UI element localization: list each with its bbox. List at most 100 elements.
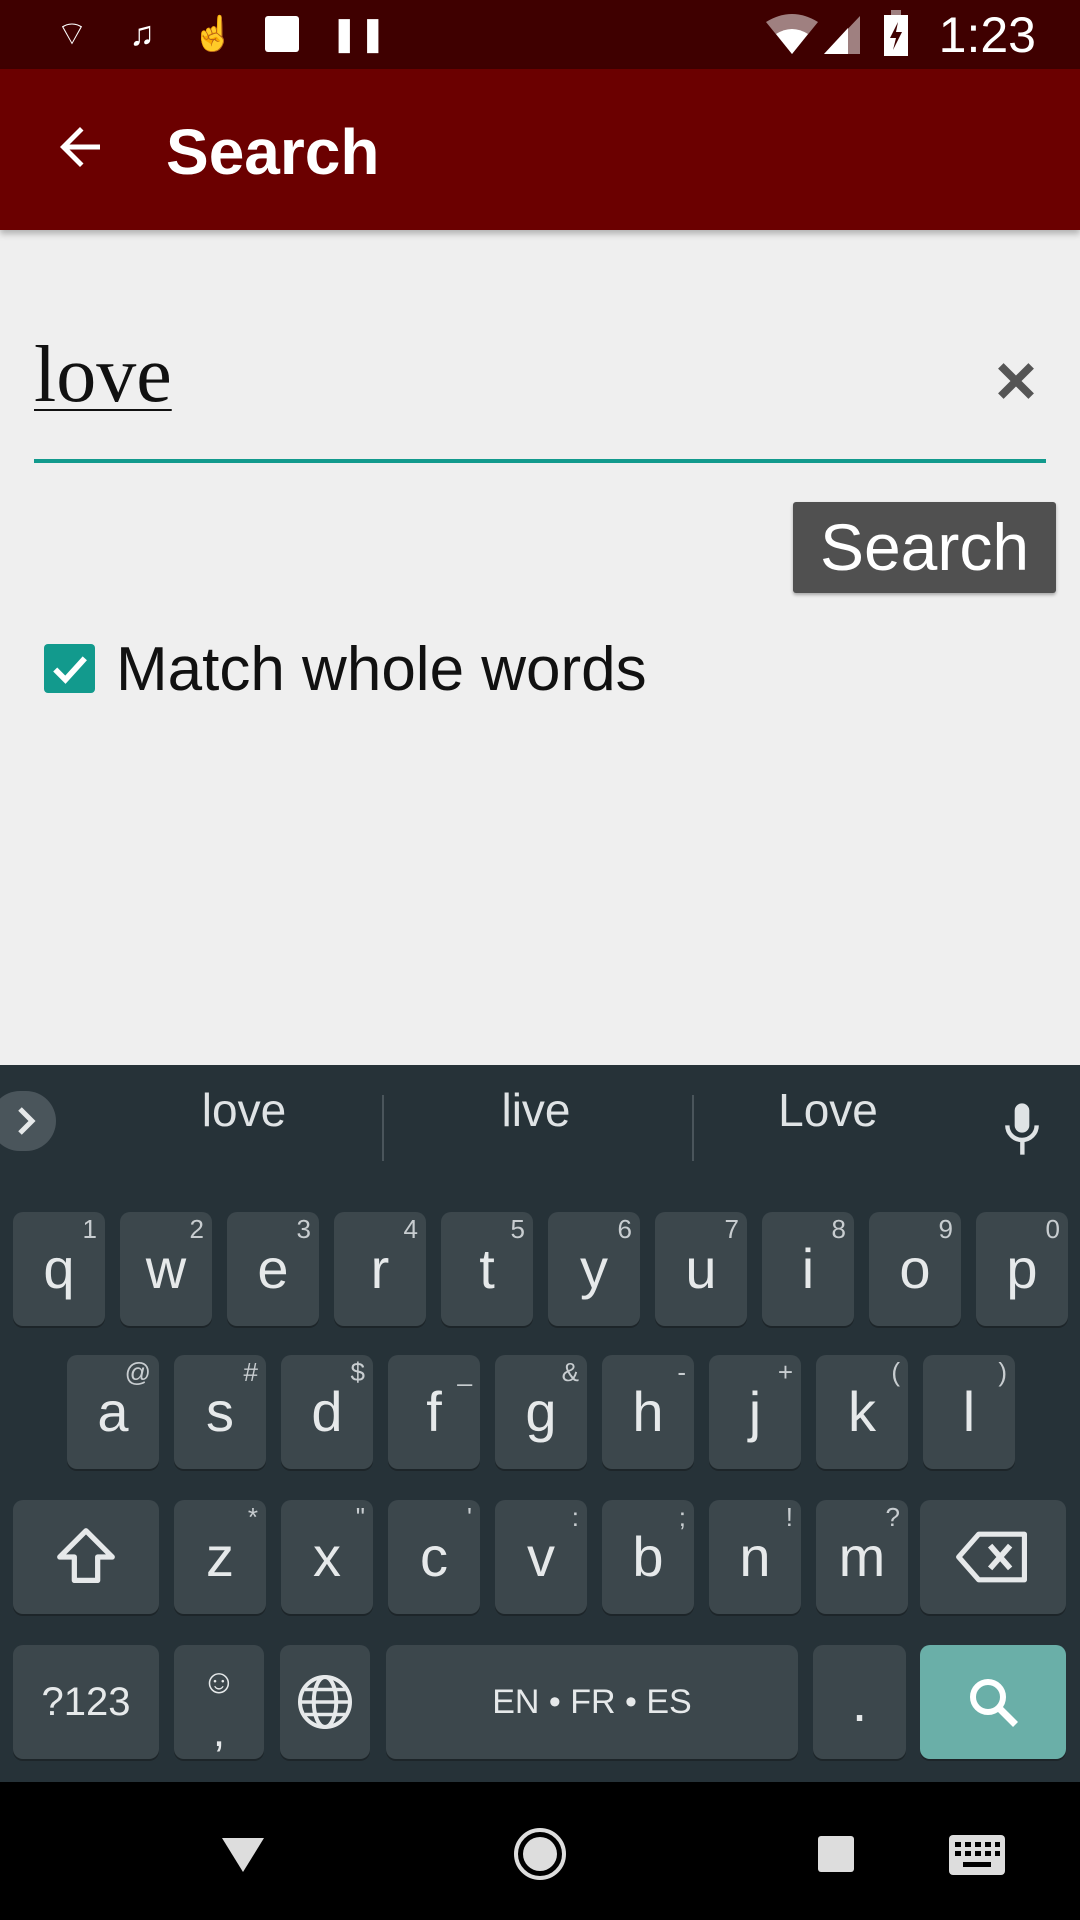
key-f[interactable]: f _: [388, 1355, 480, 1469]
key-x[interactable]: x ": [281, 1500, 373, 1614]
suggestion-strip: love live Love: [0, 1065, 1080, 1163]
wifi-icon: [766, 14, 818, 54]
key-label: a: [97, 1380, 129, 1443]
key-z[interactable]: z *: [174, 1500, 266, 1614]
key-hint: ': [467, 1502, 472, 1532]
emoji-icon: ☺: [201, 1663, 237, 1701]
home-circle-icon[interactable]: [512, 1826, 568, 1882]
key-hint: _: [457, 1357, 472, 1387]
key-label: b: [632, 1525, 664, 1588]
key-label: k: [848, 1380, 876, 1443]
navigation-bar: [0, 1782, 1080, 1920]
key-label: v: [527, 1525, 555, 1588]
key-hint: :: [571, 1502, 579, 1532]
key-n[interactable]: n!: [709, 1500, 801, 1614]
backspace-key[interactable]: [920, 1500, 1066, 1614]
space-key[interactable]: EN • FR • ES: [386, 1645, 798, 1759]
key-hint: 9: [938, 1214, 953, 1244]
key-a[interactable]: a @: [67, 1355, 159, 1469]
key-label: w: [145, 1237, 187, 1300]
key-hint: 8: [831, 1214, 846, 1244]
expand-chevron-icon[interactable]: [0, 1091, 56, 1151]
key-r[interactable]: r4: [334, 1212, 426, 1326]
key-label: f: [426, 1380, 442, 1443]
cast-wifi-icon: ⌔: [56, 15, 88, 53]
back-arrow-icon[interactable]: [50, 117, 110, 177]
key-hint: 4: [403, 1214, 418, 1244]
key-label: o: [899, 1237, 931, 1300]
comma-label: ,: [212, 1707, 226, 1756]
key-c[interactable]: c ': [388, 1500, 480, 1614]
suggestion-2[interactable]: live: [396, 1083, 676, 1137]
status-bar: ⌔ ♫ ☝ ❚❚ 1:23: [0, 0, 1080, 69]
symbols-key[interactable]: ?123: [13, 1645, 159, 1759]
key-hint: 0: [1045, 1214, 1060, 1244]
key-t[interactable]: t5: [441, 1212, 533, 1326]
key-hint: ": [355, 1502, 365, 1532]
shift-icon: [57, 1528, 115, 1583]
image-icon: [262, 14, 302, 54]
key-b[interactable]: b;: [602, 1500, 694, 1614]
key-o[interactable]: o9: [869, 1212, 961, 1326]
key-hint: &: [561, 1357, 579, 1387]
key-k[interactable]: k(: [816, 1355, 908, 1469]
divider: [382, 1095, 384, 1161]
key-hint: ?: [885, 1502, 900, 1532]
checkmark-icon: [53, 656, 87, 684]
recents-square-icon[interactable]: [818, 1836, 854, 1872]
key-u[interactable]: u7: [655, 1212, 747, 1326]
key-hint: !: [785, 1502, 793, 1532]
page-title: Search: [166, 116, 380, 188]
search-input[interactable]: love: [34, 330, 172, 421]
key-label: r: [370, 1237, 390, 1300]
key-e[interactable]: e3: [227, 1212, 319, 1326]
key-label: z: [206, 1525, 234, 1588]
key-m[interactable]: m?: [816, 1500, 908, 1614]
key-p[interactable]: p0: [976, 1212, 1068, 1326]
key-hint: 5: [510, 1214, 525, 1244]
key-label: g: [525, 1380, 557, 1443]
key-y[interactable]: y6: [548, 1212, 640, 1326]
key-d[interactable]: d $: [281, 1355, 373, 1469]
clear-icon[interactable]: [990, 355, 1042, 407]
key-label: t: [479, 1237, 495, 1300]
key-w[interactable]: w2: [120, 1212, 212, 1326]
search-icon: [970, 1679, 1018, 1727]
match-whole-words-checkbox[interactable]: [44, 644, 95, 693]
key-hint: *: [247, 1502, 258, 1532]
suggestion-3[interactable]: Love: [688, 1083, 968, 1137]
search-button[interactable]: Search: [793, 502, 1056, 593]
search-input-underline: [34, 459, 1046, 463]
language-key[interactable]: [280, 1645, 370, 1759]
suggestion-1[interactable]: love: [104, 1083, 384, 1137]
key-label: j: [748, 1380, 762, 1443]
key-label: u: [685, 1237, 717, 1300]
signal-icon: [824, 16, 860, 54]
key-q[interactable]: q1: [13, 1212, 105, 1326]
microphone-icon[interactable]: [1000, 1101, 1044, 1157]
music-icon: ♫: [129, 15, 155, 53]
key-j[interactable]: j +: [709, 1355, 801, 1469]
key-label: y: [580, 1237, 608, 1300]
match-whole-words-label[interactable]: Match whole words: [116, 634, 647, 705]
shift-key[interactable]: [13, 1500, 159, 1614]
key-h[interactable]: h-: [602, 1355, 694, 1469]
back-triangle-icon[interactable]: [220, 1834, 266, 1874]
key-v[interactable]: v:: [495, 1500, 587, 1614]
key-hint: +: [777, 1357, 793, 1387]
keyboard-switch-icon[interactable]: [948, 1834, 1006, 1876]
key-l[interactable]: l): [923, 1355, 1015, 1469]
key-i[interactable]: i8: [762, 1212, 854, 1326]
period-key[interactable]: .: [813, 1645, 906, 1759]
key-g[interactable]: g &: [495, 1355, 587, 1469]
keyboard: love live Love q 1 w 2 e 3 r 4 t 5 y 6 u 7 i 8 o 9 p 0 a @ s # d…: [0, 1065, 1080, 1782]
search-action-key[interactable]: [920, 1645, 1066, 1759]
emoji-comma-key[interactable]: ☺,: [174, 1645, 264, 1759]
touch-icon: ☝: [192, 15, 235, 53]
key-s[interactable]: s #: [174, 1355, 266, 1469]
app-bar: Search: [0, 69, 1080, 230]
key-hint: ): [998, 1357, 1007, 1387]
key-hint: #: [243, 1357, 258, 1387]
key-hint: ;: [678, 1502, 686, 1532]
key-label: x: [313, 1525, 341, 1588]
